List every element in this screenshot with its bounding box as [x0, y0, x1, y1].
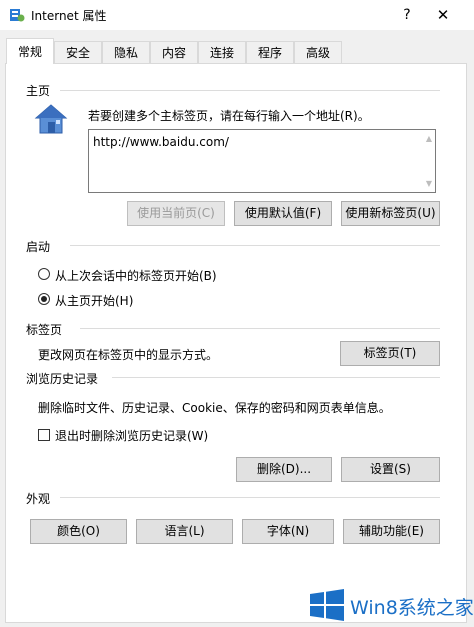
tab-privacy[interactable]: 隐私: [102, 41, 150, 63]
home-icon: [34, 104, 68, 134]
startup-radio-last-session[interactable]: [38, 268, 50, 280]
colors-button[interactable]: 颜色(O): [30, 519, 127, 544]
fonts-button[interactable]: 字体(N): [242, 519, 334, 544]
tabs-description: 更改网页在标签页中的显示方式。: [38, 348, 219, 362]
scroll-down-icon[interactable]: ▼: [426, 179, 432, 188]
history-divider: [112, 377, 440, 378]
tab-programs[interactable]: 程序: [246, 41, 294, 63]
use-new-tab-button[interactable]: 使用新标签页(U): [341, 201, 440, 226]
history-settings-button[interactable]: 设置(S): [341, 457, 440, 482]
help-button[interactable]: ?: [396, 4, 418, 26]
history-description: 删除临时文件、历史记录、Cookie、保存的密码和网页表单信息。: [38, 401, 391, 415]
tab-general[interactable]: 常规: [6, 38, 54, 64]
appearance-divider: [60, 497, 440, 498]
startup-radio-home[interactable]: [38, 293, 50, 305]
delete-on-exit-label[interactable]: 退出时删除浏览历史记录(W): [55, 427, 208, 444]
use-current-button[interactable]: 使用当前页(C): [127, 201, 225, 226]
tab-advanced[interactable]: 高级: [294, 41, 342, 63]
startup-divider: [70, 245, 440, 246]
delete-on-exit-checkbox[interactable]: [38, 429, 50, 441]
window-title: Internet 属性: [31, 9, 107, 23]
delete-history-button[interactable]: 删除(D)...: [236, 457, 332, 482]
startup-option-last-session[interactable]: 从上次会话中的标签页开始(B): [55, 267, 217, 284]
languages-button[interactable]: 语言(L): [136, 519, 233, 544]
history-section-label: 浏览历史记录: [26, 372, 99, 386]
tabs-section-label: 标签页: [26, 323, 63, 337]
home-url-value: http://www.baidu.com/: [93, 135, 229, 149]
home-url-textarea[interactable]: http://www.baidu.com/ ▲ ▼: [88, 129, 436, 193]
appearance-section-label: 外观: [26, 492, 51, 506]
startup-option-home[interactable]: 从主页开始(H): [55, 292, 133, 309]
home-section-label: 主页: [26, 84, 51, 98]
title-bar: Internet 属性 ? ✕: [0, 0, 474, 30]
home-description: 若要创建多个主标签页，请在每行输入一个地址(R)。: [88, 109, 370, 123]
accessibility-button[interactable]: 辅助功能(E): [343, 519, 440, 544]
windows-logo-icon: [310, 589, 344, 621]
tab-content[interactable]: 内容: [150, 41, 198, 63]
scroll-up-icon[interactable]: ▲: [426, 134, 432, 143]
internet-options-icon: [10, 9, 25, 22]
startup-section-label: 启动: [26, 240, 51, 254]
tab-connections[interactable]: 连接: [198, 41, 246, 63]
tab-security[interactable]: 安全: [54, 41, 102, 63]
home-divider: [60, 90, 440, 91]
watermark: Win8系统之家: [310, 585, 474, 627]
radio-selected-dot: [41, 296, 47, 302]
close-button[interactable]: ✕: [428, 4, 458, 26]
tabs-divider: [80, 328, 440, 329]
watermark-text: Win8系统之家: [350, 597, 474, 619]
tabs-settings-button[interactable]: 标签页(T): [340, 341, 440, 366]
use-default-button[interactable]: 使用默认值(F): [234, 201, 332, 226]
